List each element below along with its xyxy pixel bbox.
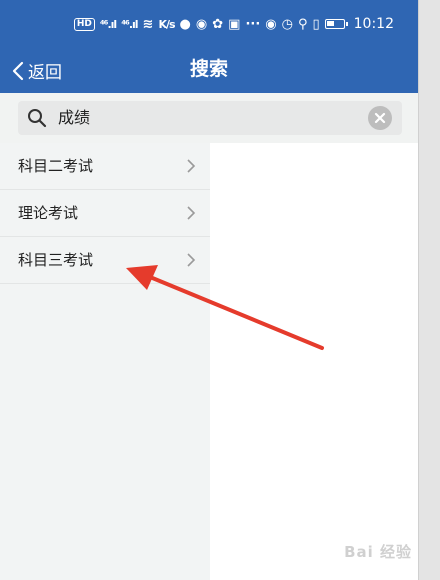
annotation-arrow — [126, 265, 324, 350]
watermark: Bai 经验 — [344, 543, 412, 561]
